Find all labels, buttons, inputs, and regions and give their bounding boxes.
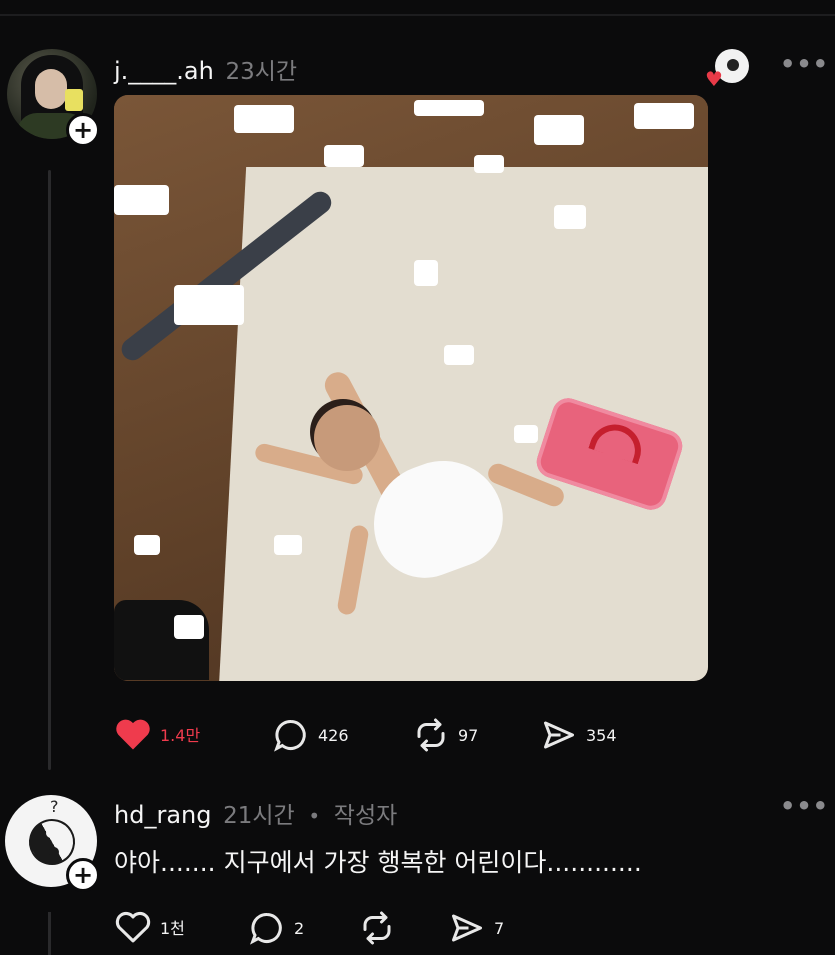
post-username[interactable]: j.____.ah [114,57,214,85]
more-options-icon[interactable]: ••• [780,50,829,78]
heart-outline-icon [115,911,151,943]
post-time: 23시간 [225,59,298,85]
thread-line [48,912,51,955]
separator-dot: • [308,804,321,828]
follow-plus-icon[interactable]: + [66,858,100,892]
reply-share-button[interactable]: 7 [448,910,504,946]
share-count: 354 [586,725,617,745]
share-button[interactable]: 354 [540,717,617,753]
like-count: 1.4만 [160,726,201,745]
reply-comment-button[interactable]: 2 [248,910,304,946]
reply-text: 야아....... 지구에서 가장 행복한 어린이다............ [114,848,642,877]
liked-by-author-badge-icon[interactable]: ♥ [705,49,751,91]
follow-plus-icon[interactable]: + [66,113,100,147]
repost-icon [417,718,445,752]
heart-filled-icon [116,719,150,750]
question-mark-icon: ? [50,797,59,816]
reply-like-button[interactable]: 1천 [114,910,185,944]
top-divider [0,14,835,16]
reply-repost-button[interactable] [358,910,396,946]
comment-count: 426 [318,725,349,745]
send-icon [452,914,482,942]
reply-like-count: 1천 [160,919,185,938]
comment-icon [274,720,306,752]
comment-icon [250,913,282,945]
repost-icon [363,911,391,945]
reply-header: hd_rang 21시간 • 작성자 [114,796,397,830]
reply-username[interactable]: hd_rang [114,801,211,829]
author-tag: 작성자 [333,803,398,829]
comment-button[interactable]: 426 [272,717,349,753]
post-image[interactable] [114,95,708,681]
thread-line [48,170,51,770]
reply-comment-count: 2 [294,918,305,938]
repost-count: 97 [458,725,479,745]
more-options-icon[interactable]: ••• [780,792,829,820]
repost-button[interactable]: 97 [412,717,478,753]
send-icon [544,721,574,749]
like-button[interactable]: 1.4만 [114,717,200,751]
post-header: j.____.ah 23시간 [114,52,297,86]
reply-time: 21시간 [223,803,295,829]
reply-share-count: 7 [494,918,505,938]
